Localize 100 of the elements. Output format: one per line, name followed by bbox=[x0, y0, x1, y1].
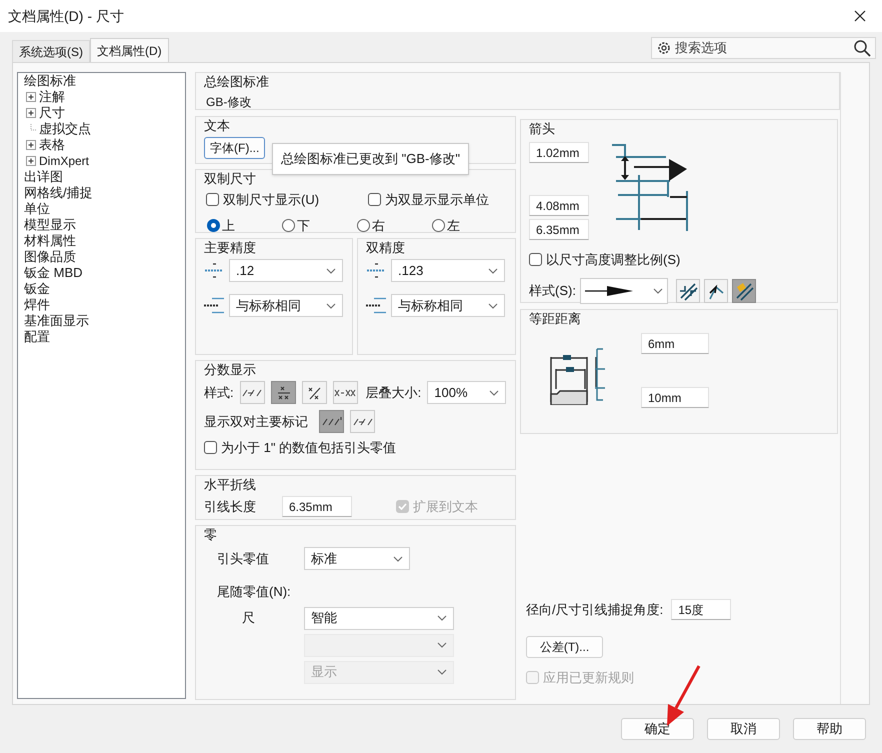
arrow-placement-button[interactable] bbox=[676, 278, 700, 302]
tree-item[interactable]: 材料属性 bbox=[24, 233, 76, 249]
group-title: 双精度 bbox=[366, 240, 406, 256]
chevron-down-icon bbox=[437, 615, 447, 621]
group-title: 水平折线 bbox=[204, 477, 257, 493]
dialog-button[interactable]: 取消 bbox=[707, 718, 780, 740]
close-icon bbox=[854, 10, 866, 22]
checkbox-label: 扩展到文本 bbox=[413, 498, 478, 516]
field-label: 尺 bbox=[242, 609, 256, 628]
group-title: 箭头 bbox=[529, 121, 556, 137]
arrow-size-field[interactable]: 4.08mm bbox=[529, 195, 589, 216]
checkbox[interactable] bbox=[529, 253, 542, 266]
search-input[interactable]: 搜索选项 bbox=[675, 38, 850, 58]
checkbox-label: 应用已更新规则 bbox=[543, 669, 634, 687]
arrow-style-dropdown[interactable] bbox=[580, 278, 668, 304]
tree-item[interactable]: 绘图标准 bbox=[24, 73, 76, 89]
field-label: 引线长度 bbox=[204, 498, 257, 516]
checkbox-label: 为双显示显示单位 bbox=[385, 191, 489, 209]
tree-item[interactable]: 尺寸 bbox=[39, 105, 65, 121]
tree-item[interactable]: 配置 bbox=[24, 329, 50, 345]
offset-distance-field[interactable]: 6mm bbox=[641, 333, 709, 354]
chevron-down-icon bbox=[326, 302, 336, 308]
tolerance-icon bbox=[366, 297, 386, 314]
arrow-size-field[interactable]: 6.35mm bbox=[529, 219, 589, 240]
dialog-button[interactable]: 确定 bbox=[621, 718, 694, 740]
fraction-style-button[interactable] bbox=[319, 410, 344, 433]
tree-item[interactable]: 虚拟交点 bbox=[39, 121, 91, 137]
placement-icon bbox=[678, 280, 698, 300]
offset-distance-field[interactable]: 10mm bbox=[641, 387, 709, 408]
group-title: 零 bbox=[204, 527, 218, 543]
tab[interactable]: 文档属性(D) bbox=[90, 38, 169, 62]
tree-item[interactable]: 单位 bbox=[24, 201, 50, 217]
tolerance-dropdown[interactable]: 与标称相同 bbox=[391, 294, 505, 317]
leader-length-field[interactable]: 6.35mm bbox=[282, 496, 352, 517]
precision-dropdown[interactable]: .123 bbox=[391, 259, 505, 282]
fraction-icon bbox=[242, 388, 262, 396]
fraction-style-button[interactable] bbox=[302, 381, 327, 404]
chevron-down-icon bbox=[489, 390, 500, 396]
checkmark-icon bbox=[398, 503, 407, 510]
precision-icon bbox=[204, 262, 224, 279]
tree-item[interactable]: 钣金 MBD bbox=[24, 265, 82, 281]
search-icon bbox=[853, 39, 871, 57]
field-label: 引头零值 bbox=[217, 550, 270, 568]
field-label: 尾随零值(N): bbox=[216, 583, 291, 601]
chevron-down-icon bbox=[393, 556, 403, 562]
placement-icon bbox=[734, 280, 754, 300]
fraction-icon bbox=[322, 417, 342, 426]
tree-item[interactable]: 钣金 bbox=[24, 281, 50, 297]
field-label: 显示双对主要标记 bbox=[204, 412, 308, 431]
tooltip: 总绘图标准已更改到 "GB-修改" bbox=[272, 143, 469, 175]
arrow-placement-button[interactable] bbox=[732, 278, 756, 302]
tree-item[interactable]: 基准面显示 bbox=[24, 313, 89, 329]
radio-label: 右 bbox=[372, 216, 385, 234]
stack-size-dropdown[interactable]: 100% bbox=[427, 381, 506, 404]
tree-item[interactable]: 表格 bbox=[39, 137, 65, 153]
tree-item[interactable]: 焊件 bbox=[24, 297, 50, 313]
chevron-down-icon bbox=[488, 302, 498, 308]
search-field[interactable]: 搜索选项 bbox=[651, 37, 876, 59]
fraction-style-button[interactable] bbox=[240, 381, 265, 404]
window-title: 文档属性(D) - 尺寸 bbox=[8, 6, 124, 26]
checkbox-label: 以尺寸高度调整比例(S) bbox=[546, 251, 680, 269]
arrow-size-field[interactable]: 1.02mm bbox=[529, 142, 589, 163]
group-title: 主要精度 bbox=[204, 240, 257, 256]
radio-label: 下 bbox=[297, 216, 310, 234]
precision-dropdown[interactable]: .12 bbox=[229, 259, 343, 282]
snap-angle-field[interactable]: 15度 bbox=[671, 599, 732, 620]
arrow-placement-button[interactable] bbox=[704, 278, 728, 302]
tree-item[interactable]: 网格线/捕捉 bbox=[24, 185, 93, 201]
tree-item[interactable]: DimXpert bbox=[39, 153, 90, 169]
tree-item[interactable]: 图像品质 bbox=[24, 249, 76, 265]
dialog-button[interactable]: 帮助 bbox=[793, 718, 866, 740]
leading-zeros-dropdown[interactable]: 标准 bbox=[304, 547, 410, 570]
radio-label: 左 bbox=[447, 216, 460, 234]
radio-button[interactable] bbox=[207, 218, 220, 232]
field-label: 样式: bbox=[204, 384, 234, 402]
radio-button[interactable] bbox=[357, 218, 370, 232]
tab[interactable]: 系统选项(S) bbox=[12, 40, 90, 62]
chevron-down-icon bbox=[652, 288, 663, 294]
tree-item[interactable]: 出详图 bbox=[24, 169, 63, 185]
tolerance-button[interactable]: 公差(T)... bbox=[526, 636, 603, 658]
radio-label: 上 bbox=[222, 216, 235, 234]
chevron-down-icon bbox=[437, 642, 447, 648]
fraction-icon bbox=[334, 388, 356, 396]
font-button[interactable]: 字体(F)... bbox=[204, 137, 266, 159]
trailing-zeros-dropdown[interactable]: 智能 bbox=[304, 606, 454, 630]
chevron-down-icon bbox=[326, 268, 336, 274]
checkbox[interactable] bbox=[368, 193, 381, 206]
radio-button[interactable] bbox=[282, 218, 295, 232]
group-title: 等距距离 bbox=[529, 311, 582, 327]
fraction-style-button[interactable] bbox=[270, 381, 296, 404]
checkbox[interactable] bbox=[204, 441, 217, 454]
fraction-style-button[interactable] bbox=[350, 410, 375, 433]
fraction-style-button[interactable] bbox=[332, 381, 358, 404]
tolerance-dropdown[interactable]: 与标称相同 bbox=[229, 294, 343, 317]
radio-button[interactable] bbox=[432, 218, 445, 232]
tree-item[interactable]: 注解 bbox=[39, 89, 65, 105]
checkbox[interactable] bbox=[206, 193, 219, 206]
tree-item[interactable]: 模型显示 bbox=[24, 217, 76, 233]
precision-icon bbox=[366, 262, 386, 279]
settings-icon bbox=[656, 40, 672, 56]
